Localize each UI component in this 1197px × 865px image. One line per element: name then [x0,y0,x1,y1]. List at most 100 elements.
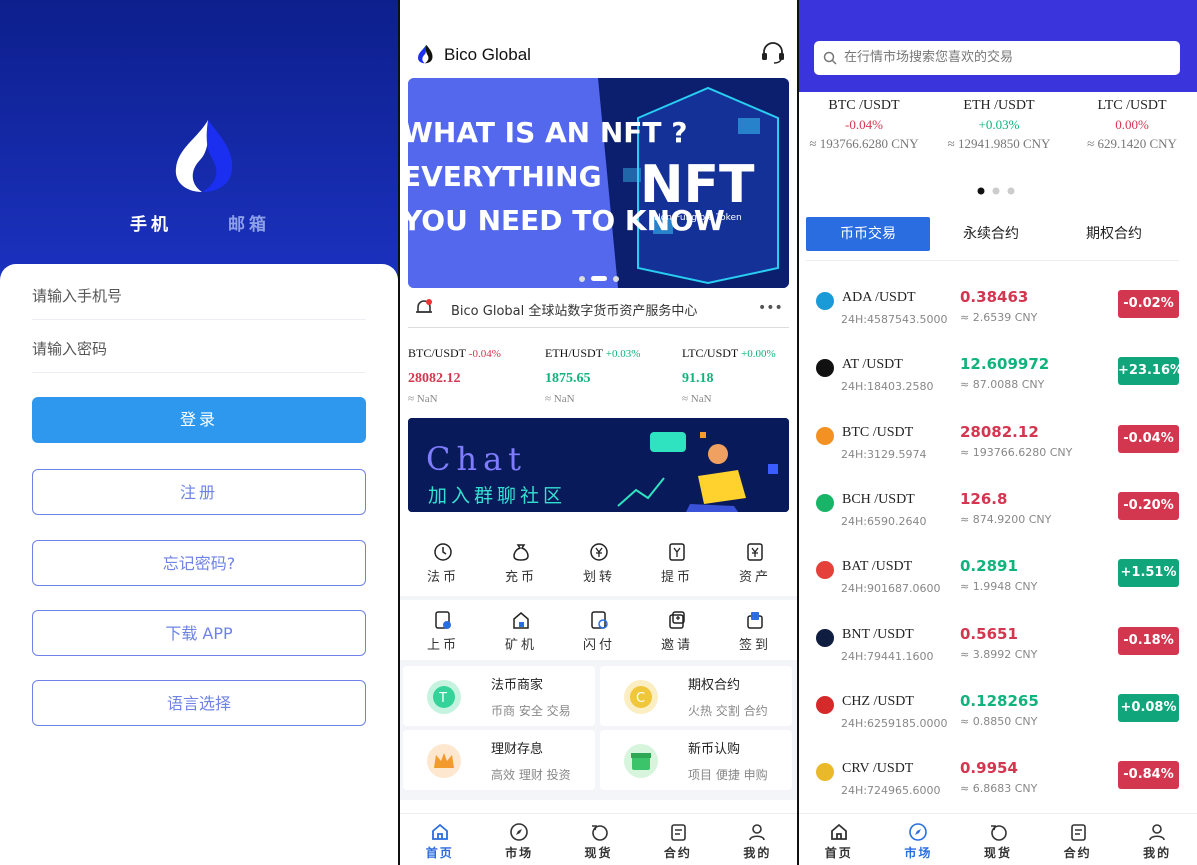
banner-line1: WHAT IS AN NFT ? [408,116,688,149]
change-badge[interactable]: +23.16% [1118,357,1183,386]
nav-contract[interactable]: 合约 [1038,814,1118,865]
row-volume: 24H:6259185.0000 [841,716,948,730]
row-pair: BAT /USDT [842,559,913,575]
nav-home[interactable]: 首页 [400,814,479,865]
change-badge[interactable]: -0.02% [1118,290,1179,318]
nav-home[interactable]: 首页 [799,814,879,865]
forgot-password-button[interactable]: 忘记密码? [32,540,366,586]
carousel-dot-active[interactable] [591,276,607,281]
home-ticker-eth[interactable]: ETH/USDT +0.03% 1875.65 ≈ NaN [545,346,640,405]
nav-spot[interactable]: 现货 [559,814,638,865]
market-ticker-ltc[interactable]: LTC /USDT 0.00% ≈ 629.1420 CNY [1067,98,1197,152]
grid-deposit[interactable]: 充币 [482,542,560,585]
user-icon [1149,824,1165,841]
headset-icon[interactable] [761,42,785,64]
grid-listing[interactable]: 上币 [404,610,482,653]
row-cny: ≈ 193766.6280 CNY [960,445,1073,459]
nav-label: 合约 [1063,846,1092,860]
table-row[interactable]: CHZ /USDT 24H:6259185.0000 0.128265 ≈ 0.885… [799,684,1197,751]
login-button[interactable]: 登录 [32,397,366,443]
nav-spot[interactable]: 现货 [958,814,1038,865]
more-icon[interactable]: ••• [758,300,783,316]
home-ticker-ltc[interactable]: LTC/USDT +0.00% 91.18 ≈ NaN [682,346,776,405]
promo-fiat-merchant[interactable]: T 法币商家 币商 安全 交易 [403,666,595,726]
promo-wealth[interactable]: 理财存息 高效 理财 投资 [403,730,595,790]
change-badge[interactable]: -0.18% [1118,626,1179,655]
download-app-button[interactable]: 下载 APP [32,610,366,656]
nav-mine[interactable]: 我的 [1117,814,1197,865]
grid-withdraw[interactable]: 提币 [638,542,716,585]
table-row[interactable]: BCH /USDT 24H:6590.2640 126.8 ≈ 874.9200 CN… [799,482,1197,549]
grid-fiat[interactable]: 法币 [404,542,482,585]
row-pair: AT /USDT [842,357,903,373]
grid-label: 签到 [738,638,771,653]
ticker-pager[interactable] [974,186,1020,196]
ticker-change: 0.00% [1115,117,1149,132]
grid-flash-pay[interactable]: 闪付 [560,610,638,653]
tab-email[interactable]: 邮箱 [228,210,270,235]
table-row[interactable]: BTC /USDT 24H:3129.5974 28082.12 ≈ 193766.6… [799,415,1197,482]
home-ticker-btc[interactable]: BTC/USDT -0.04% 28082.12 ≈ NaN [408,346,501,405]
nav-market[interactable]: 市场 [479,814,558,865]
promo-subtitle: 火热 交割 合约 [688,704,768,718]
bottom-nav: 首页 市场 现货 合约 我的 [400,813,797,865]
nav-contract[interactable]: 合约 [638,814,717,865]
language-select-button[interactable]: 语言选择 [32,680,366,726]
table-row[interactable]: BNT /USDT 24H:79441.1600 0.5651 ≈ 3.8992 CN… [799,617,1197,684]
grid-checkin[interactable]: 签到 [716,610,794,653]
promo-options[interactable]: C 期权合约 火热 交割 合约 [600,666,792,726]
nav-label: 合约 [663,846,692,860]
password-input[interactable]: 请输入密码 [32,325,366,373]
ticker-cny: ≈ NaN [545,393,575,405]
change-badge[interactable]: +1.51% [1118,559,1179,588]
market-ticker-eth[interactable]: ETH /USDT +0.03% ≈ 12941.9850 CNY [934,98,1064,152]
change-badge[interactable]: -0.84% [1118,761,1179,790]
coin-icon [816,628,834,647]
promo-title: 新币认购 [688,742,741,757]
change-badge[interactable]: -0.04% [1118,424,1179,453]
chat-banner[interactable]: Chat 加入群聊社区 [408,418,789,512]
market-ticker-btc[interactable]: BTC /USDT -0.04% ≈ 193766.6280 CNY [799,98,929,152]
change-badge[interactable]: +0.08% [1118,693,1179,722]
carousel-dot[interactable] [613,276,619,282]
svg-text:C: C [636,691,645,706]
grid-invite[interactable]: 邀请 [638,610,716,653]
search-icon [823,51,837,65]
grid-transfer[interactable]: 划转 [560,542,638,585]
nav-mine[interactable]: 我的 [718,814,797,865]
table-row[interactable]: CRV /USDT 24H:724965.6000 0.9954 ≈ 6.8683 C… [799,751,1197,818]
row-volume: 24H:4587543.5000 [841,313,948,326]
notice-bar[interactable]: Bico Global 全球站数字货币资产服务中心 ••• [400,294,797,324]
register-button[interactable]: 注册 [32,469,366,515]
carousel-dot[interactable] [579,276,585,282]
table-row[interactable]: ADA /USDT 24H:4587543.5000 0.38463 ≈ 2.6539… [799,280,1197,347]
coin-icon [816,561,834,580]
row-pair: BTC /USDT [842,424,914,440]
tab-phone[interactable]: 手机 [130,210,172,235]
listing-icon [435,611,451,629]
row-cny: ≈ 1.9948 CNY [960,580,1038,594]
ticker-pair: BTC /USDT [828,98,900,113]
tab-spot-trading[interactable]: 币币交易 [806,217,930,251]
phone-input[interactable]: 请输入手机号 [32,272,366,320]
row-price: 28082.12 [960,422,1039,441]
promo-new-coin[interactable]: 新币认购 项目 便捷 申购 [600,730,792,790]
row-price: 12.609972 [960,355,1050,374]
search-placeholder: 在行情市场搜索您喜欢的交易 [844,50,1014,65]
nav-market[interactable]: 市场 [879,814,959,865]
nft-banner[interactable]: WHAT IS AN NFT ? EVERYTHING YOU NEED TO … [408,78,789,288]
change-badge[interactable]: -0.20% [1118,491,1179,520]
ticker-change: +0.03% [978,117,1020,132]
search-input[interactable]: 在行情市场搜索您喜欢的交易 [814,41,1180,75]
table-row[interactable]: BAT /USDT 24H:901687.0600 0.2891 ≈ 1.9948 C… [799,549,1197,616]
grid-assets[interactable]: 资产 [716,542,794,585]
ticker-change: +0.03% [605,348,641,360]
tab-options[interactable]: 期权合约 [1052,217,1176,251]
row-pair: ADA /USDT [842,290,916,305]
table-row[interactable]: AT /USDT 24H:18403.2580 12.609972 ≈ 87.0088… [799,347,1197,414]
gold-coin-icon: C [624,680,658,714]
login-screen: 手机 邮箱 请输入手机号 请输入密码 登录 注册 忘记密码? 下载 APP 语言… [0,0,398,865]
tab-perpetual[interactable]: 永续合约 [929,217,1053,251]
promo-subtitle: 币商 安全 交易 [491,704,571,718]
grid-miner[interactable]: 矿机 [482,610,560,653]
